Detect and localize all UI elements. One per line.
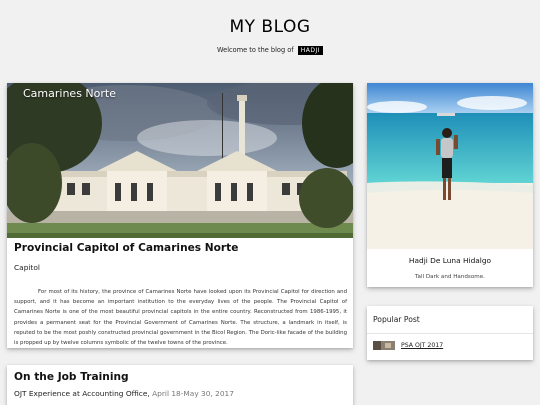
popular-post-item[interactable]: PSA OJT 2017 [373, 341, 443, 350]
post-title[interactable]: On the Job Training [14, 371, 129, 383]
popular-posts-widget: Popular Post PSA OJT 2017 [367, 306, 533, 360]
profile-photo [367, 83, 533, 249]
post-card-ojt: On the Job Training OJT Experience at Ac… [7, 365, 353, 405]
profile-card: Hadji De Luna Hidalgo Tall Dark and Hand… [367, 83, 533, 287]
profile-name: Hadji De Luna Hidalgo [408, 256, 492, 265]
post-subtitle: OJT Experience at Accounting Office, [14, 389, 150, 398]
divider [367, 333, 533, 334]
post-body: For most of its history, the province of… [14, 289, 347, 347]
owner-name-badge: HADJI [297, 46, 323, 55]
popular-post-link[interactable]: PSA OJT 2017 [401, 342, 443, 349]
welcome-line: Welcome to the blog of HADJI [0, 46, 540, 55]
blog-header: MY BLOG Welcome to the blog of HADJI [0, 0, 540, 62]
post-card-capitol: Camarines Norte Provincial Capitol of Ca… [7, 83, 353, 348]
post-thumbnail-image [373, 341, 395, 350]
profile-tagline: Tall Dark and Handsome. [415, 274, 485, 280]
capitol-building-image [7, 83, 353, 238]
welcome-text: Welcome to the blog of [217, 46, 294, 54]
post-hero-image[interactable]: Camarines Norte [7, 83, 353, 238]
beach-photo-image [367, 83, 533, 249]
post-meta: OJT Experience at Accounting Office, Apr… [14, 389, 234, 398]
post-title[interactable]: Provincial Capitol of Camarines Norte [14, 242, 238, 254]
post-date: April 18-May 30, 2017 [152, 389, 234, 398]
post-subtitle: Capitol [14, 263, 40, 272]
blog-title: MY BLOG [229, 17, 311, 37]
popular-posts-header: Popular Post [373, 315, 420, 324]
hero-caption: Camarines Norte [23, 87, 116, 100]
